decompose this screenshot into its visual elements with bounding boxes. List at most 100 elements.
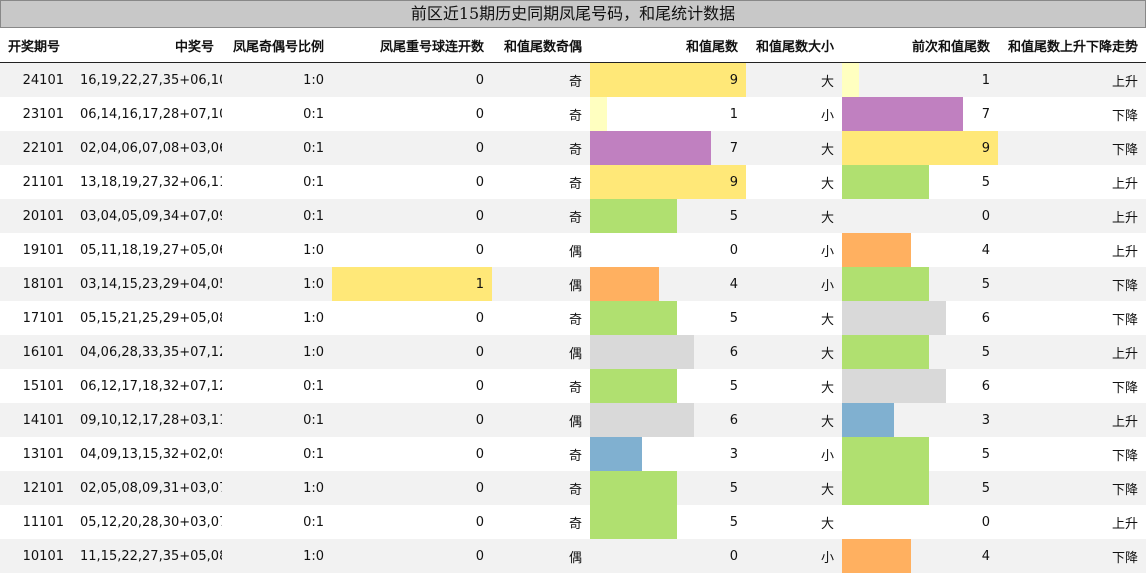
numbers-cell: 04,06,28,33,35+07,12 xyxy=(72,335,227,369)
trend-cell: 下降 xyxy=(998,369,1146,403)
numbers-cell: 03,14,15,23,29+04,05 xyxy=(72,267,227,301)
prev-tail-cell: 0 xyxy=(842,505,998,539)
numbers-cell: 05,15,21,25,29+05,08 xyxy=(72,301,227,335)
issue-cell: 16101 xyxy=(0,335,72,369)
issue-cell: 21101 xyxy=(0,165,72,199)
parity-cell: 偶 xyxy=(492,233,590,267)
tail-cell: 5 xyxy=(590,471,746,505)
size-cell: 大 xyxy=(746,62,842,97)
numbers-cell: 05,11,18,19,27+05,06 xyxy=(72,233,227,267)
prev-tail-cell-value: 4 xyxy=(981,242,990,258)
repeat-cell: 0 xyxy=(332,539,492,573)
prev-tail-cell: 5 xyxy=(842,267,998,301)
tail-cell-value: 7 xyxy=(729,140,738,156)
prev-tail-cell: 5 xyxy=(842,471,998,505)
issue-cell: 22101 xyxy=(0,131,72,165)
prev-tail-cell-value: 1 xyxy=(981,72,990,88)
ratio-cell: 1:0 xyxy=(222,233,332,267)
repeat-cell: 0 xyxy=(332,97,492,131)
size-cell: 大 xyxy=(746,403,842,437)
size-cell: 小 xyxy=(746,267,842,301)
prev-tail-cell-value: 6 xyxy=(981,378,990,394)
issue-cell: 18101 xyxy=(0,267,72,301)
numbers-cell: 11,15,22,27,35+05,08 xyxy=(72,539,227,573)
trend-cell: 下降 xyxy=(998,131,1146,165)
issue-cell: 10101 xyxy=(0,539,72,573)
parity-cell: 奇 xyxy=(492,165,590,199)
tail-cell-value: 0 xyxy=(729,242,738,258)
parity-cell: 偶 xyxy=(492,403,590,437)
trend-cell: 上升 xyxy=(998,505,1146,539)
prev-tail-cell: 5 xyxy=(842,335,998,369)
prev-tail-cell: 7 xyxy=(842,97,998,131)
tail-cell: 9 xyxy=(590,62,746,97)
tail-cell-value: 4 xyxy=(729,276,738,292)
repeat-cell-value: 0 xyxy=(475,548,484,564)
table-row: 21101 13,18,19,27,32+06,11 0:1 0 奇 9 大 5 上升 xyxy=(0,165,1146,199)
table-row: 19101 05,11,18,19,27+05,06 1:0 0 偶 0 小 4 上升 xyxy=(0,233,1146,267)
size-cell: 大 xyxy=(746,165,842,199)
repeat-cell: 0 xyxy=(332,335,492,369)
parity-cell: 奇 xyxy=(492,471,590,505)
parity-cell: 奇 xyxy=(492,301,590,335)
parity-cell: 奇 xyxy=(492,131,590,165)
size-cell: 大 xyxy=(746,471,842,505)
tail-cell: 6 xyxy=(590,335,746,369)
size-cell: 小 xyxy=(746,97,842,131)
parity-cell: 偶 xyxy=(492,539,590,573)
numbers-cell: 05,12,20,28,30+03,07 xyxy=(72,505,227,539)
header-trend: 和值尾数上升下降走势 xyxy=(998,28,1146,63)
prev-tail-cell-value: 9 xyxy=(981,140,990,156)
prev-tail-cell: 6 xyxy=(842,301,998,335)
table-row: 10101 11,15,22,27,35+05,08 1:0 0 偶 0 小 4 下降 xyxy=(0,539,1146,573)
repeat-cell: 0 xyxy=(332,471,492,505)
tail-cell: 5 xyxy=(590,369,746,403)
tail-cell: 9 xyxy=(590,165,746,199)
tail-cell-value: 9 xyxy=(729,174,738,190)
size-cell: 大 xyxy=(746,131,842,165)
numbers-cell: 03,04,05,09,34+07,09 xyxy=(72,199,227,233)
tail-cell: 6 xyxy=(590,403,746,437)
prev-tail-cell: 1 xyxy=(842,62,998,97)
numbers-cell: 02,04,06,07,08+03,06 xyxy=(72,131,227,165)
lottery-stats-table: 开奖期号 中奖号 凤尾奇偶号比例 凤尾重号球连开数 和值尾数奇偶 和值尾数 和值… xyxy=(0,28,1146,573)
table-row: 12101 02,05,08,09,31+03,07 1:0 0 奇 5 大 5 下降 xyxy=(0,471,1146,505)
ratio-cell: 1:0 xyxy=(222,301,332,335)
repeat-cell: 0 xyxy=(332,131,492,165)
parity-cell: 偶 xyxy=(492,335,590,369)
table-row: 14101 09,10,12,17,28+03,11 0:1 0 偶 6 大 3 上升 xyxy=(0,403,1146,437)
trend-cell: 下降 xyxy=(998,437,1146,471)
parity-cell: 奇 xyxy=(492,437,590,471)
tail-cell-value: 6 xyxy=(729,412,738,428)
repeat-cell-value: 0 xyxy=(475,378,484,394)
trend-cell: 上升 xyxy=(998,199,1146,233)
repeat-cell-value: 0 xyxy=(475,412,484,428)
prev-tail-cell: 3 xyxy=(842,403,998,437)
ratio-cell: 0:1 xyxy=(222,165,332,199)
repeat-cell: 0 xyxy=(332,233,492,267)
tail-cell-value: 3 xyxy=(729,446,738,462)
prev-tail-cell-value: 0 xyxy=(981,514,990,530)
issue-cell: 15101 xyxy=(0,369,72,403)
repeat-cell-value: 0 xyxy=(475,140,484,156)
size-cell: 小 xyxy=(746,539,842,573)
prev-tail-cell-value: 0 xyxy=(981,208,990,224)
issue-cell: 17101 xyxy=(0,301,72,335)
prev-tail-cell-value: 5 xyxy=(981,446,990,462)
tail-cell-value: 5 xyxy=(729,208,738,224)
trend-cell: 下降 xyxy=(998,539,1146,573)
prev-tail-cell: 6 xyxy=(842,369,998,403)
prev-tail-cell-value: 5 xyxy=(981,276,990,292)
repeat-cell: 0 xyxy=(332,505,492,539)
repeat-cell-value: 0 xyxy=(475,310,484,326)
repeat-cell: 0 xyxy=(332,62,492,97)
tail-cell-value: 1 xyxy=(729,106,738,122)
numbers-cell: 04,09,13,15,32+02,09 xyxy=(72,437,227,471)
tail-cell: 5 xyxy=(590,301,746,335)
table-row: 22101 02,04,06,07,08+03,06 0:1 0 奇 7 大 9 下降 xyxy=(0,131,1146,165)
ratio-cell: 1:0 xyxy=(222,539,332,573)
trend-cell: 上升 xyxy=(998,233,1146,267)
table-title: 前区近15期历史同期凤尾号码，和尾统计数据 xyxy=(0,0,1146,28)
ratio-cell: 0:1 xyxy=(222,403,332,437)
repeat-cell: 0 xyxy=(332,437,492,471)
